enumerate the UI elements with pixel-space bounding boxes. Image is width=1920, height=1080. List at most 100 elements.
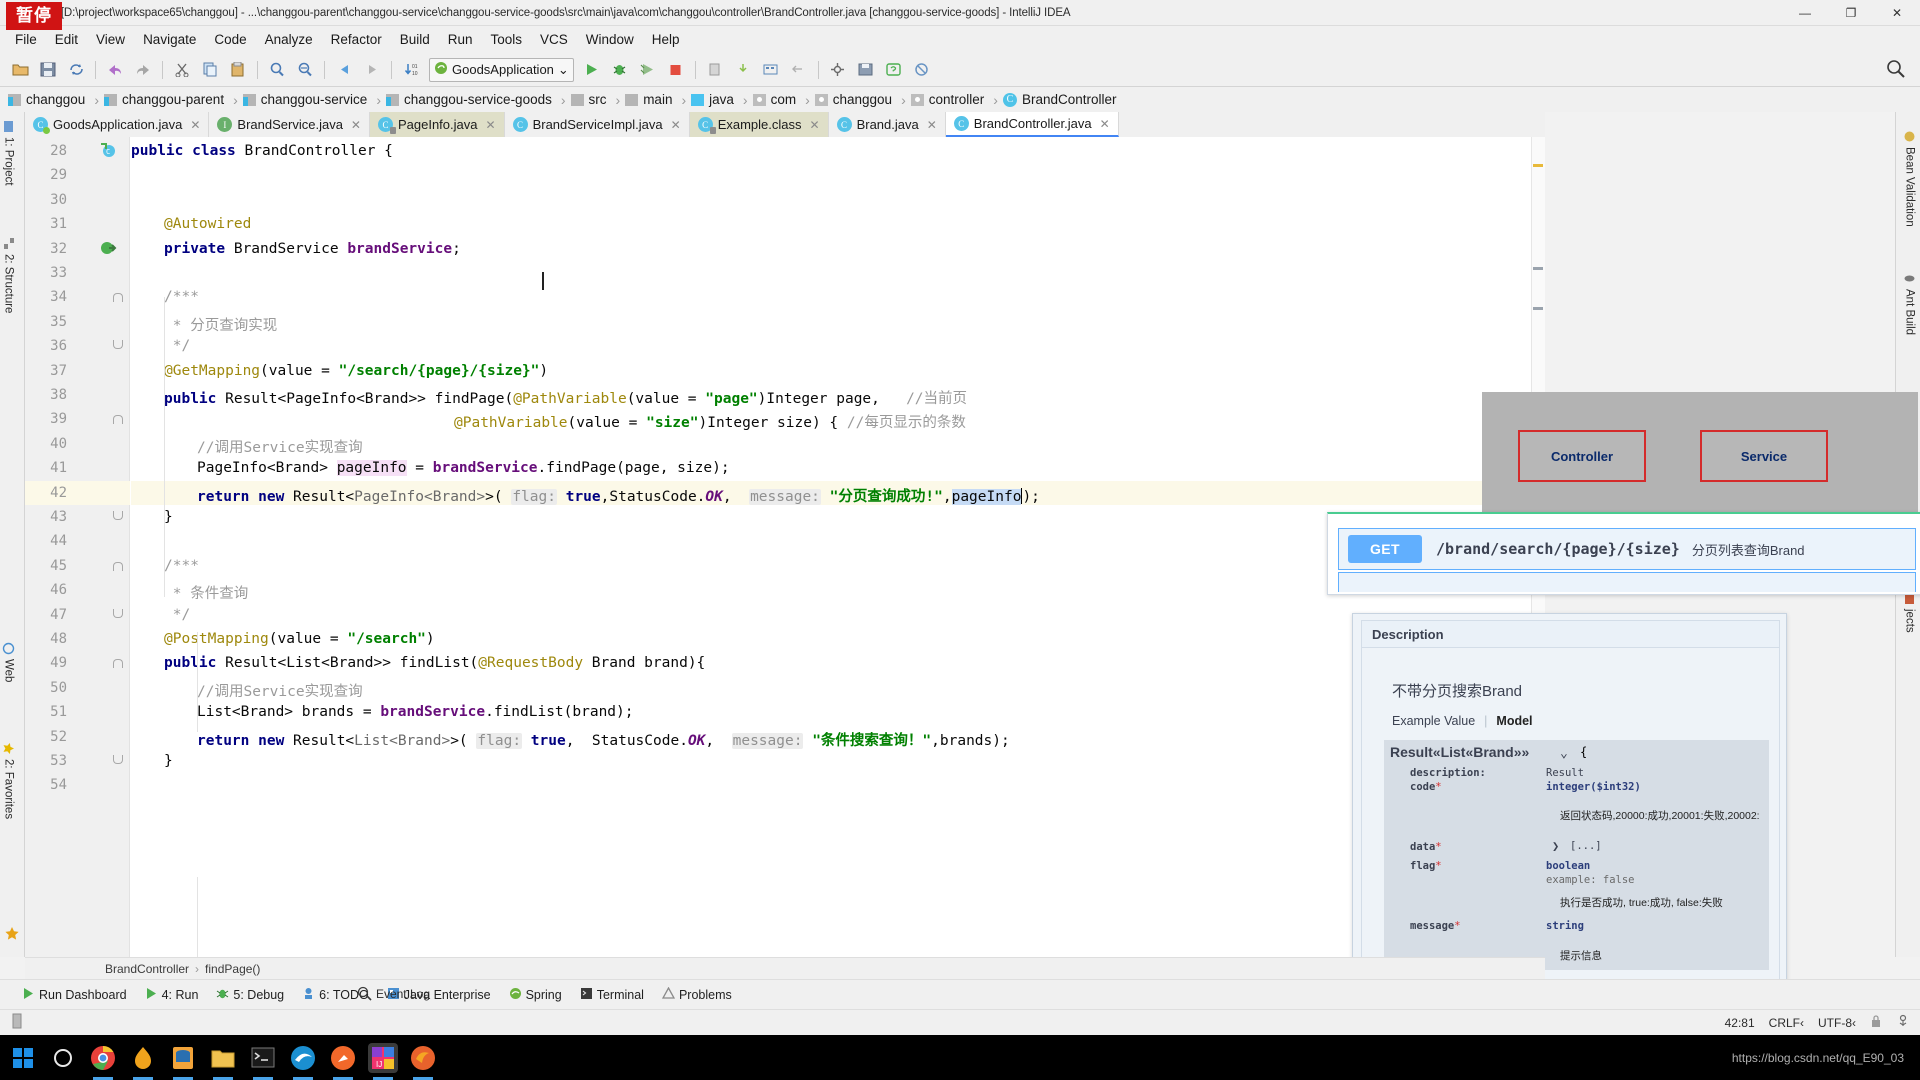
line-number[interactable]: 36: [27, 338, 67, 354]
line-number[interactable]: 52: [27, 729, 67, 745]
sidebar-item-favorites[interactable]: 2: Favorites: [2, 742, 15, 819]
search-icon[interactable]: [264, 57, 290, 83]
debug-button[interactable]: [607, 57, 633, 83]
tab-model[interactable]: Model: [1496, 714, 1532, 728]
menu-item-build[interactable]: Build: [391, 29, 439, 50]
editor-gutter[interactable]: 28 C 29 30 31 32 33 34 35 36 37 38 39 40 41 42 43 44 45 46 4…: [25, 137, 130, 957]
breadcrumb-item-java[interactable]: java: [691, 92, 738, 107]
change-marker[interactable]: [1533, 267, 1543, 270]
maximize-button[interactable]: ❐: [1828, 0, 1874, 26]
file-encoding[interactable]: UTF-8‹: [1818, 1016, 1856, 1030]
line-number[interactable]: 50: [27, 680, 67, 696]
code-line[interactable]: public class BrandController {: [131, 143, 393, 159]
code-line[interactable]: private BrandService brandService;: [164, 241, 461, 257]
minimize-button[interactable]: —: [1782, 0, 1828, 26]
close-button[interactable]: ✕: [1874, 0, 1920, 26]
open-project-icon[interactable]: [7, 57, 33, 83]
chevron-down-icon[interactable]: ⌄: [1560, 746, 1568, 761]
menu-item-help[interactable]: Help: [643, 29, 689, 50]
chrome-icon[interactable]: [88, 1043, 118, 1080]
cut-icon[interactable]: [169, 57, 195, 83]
code-fold-toggle[interactable]: [113, 415, 123, 425]
code-line[interactable]: */: [164, 338, 190, 354]
line-number[interactable]: 47: [27, 607, 67, 623]
breadcrumb-item-controller[interactable]: controller: [910, 92, 989, 107]
breadcrumb-item-src[interactable]: src: [570, 92, 611, 107]
line-number[interactable]: 38: [27, 387, 67, 403]
code-line[interactable]: return new Result<List<Brand>>( flag: tr…: [197, 729, 1010, 750]
sort-icon[interactable]: 01 10: [398, 57, 424, 83]
menu-item-navigate[interactable]: Navigate: [134, 29, 205, 50]
sync-icon[interactable]: [63, 57, 89, 83]
block-icon[interactable]: [909, 57, 935, 83]
implementing-method-icon[interactable]: [100, 240, 117, 260]
line-number[interactable]: 51: [27, 704, 67, 720]
editor-tab-Brand-java[interactable]: C Brand.java ✕: [828, 112, 946, 137]
breadcrumb-item-main[interactable]: main: [625, 92, 676, 107]
line-number[interactable]: 28: [27, 143, 67, 159]
code-fold-toggle[interactable]: [113, 561, 123, 571]
editor-tab-BrandController-java[interactable]: C BrandController.java ✕: [945, 112, 1119, 137]
breadcrumb-item-changgou-service-goods[interactable]: changgou-service-goods: [386, 92, 556, 107]
close-icon[interactable]: ✕: [351, 118, 361, 132]
tool-window-4-run[interactable]: 4: Run: [145, 987, 198, 1003]
copy-icon[interactable]: [197, 57, 223, 83]
code-fold-toggle[interactable]: [113, 608, 123, 618]
code-line[interactable]: @PostMapping(value = "/search"): [164, 631, 435, 647]
run-configuration-selector[interactable]: GoodsApplication ⌄: [429, 57, 574, 82]
forward-icon[interactable]: [359, 57, 385, 83]
code-line[interactable]: return new Result<PageInfo<Brand>>( flag…: [197, 485, 1040, 506]
line-number[interactable]: 31: [27, 216, 67, 232]
tab-example-value[interactable]: Example Value: [1392, 714, 1475, 728]
code-fold-toggle[interactable]: [113, 293, 123, 303]
code-line[interactable]: //调用Service实现查询: [197, 436, 363, 457]
command-prompt-icon[interactable]: [248, 1043, 278, 1080]
code-line[interactable]: PageInfo<Brand> pageInfo = brandService.…: [197, 460, 730, 477]
update-project-icon[interactable]: [702, 57, 728, 83]
sidebar-item-structure[interactable]: 2: Structure: [2, 237, 15, 313]
line-number[interactable]: 39: [27, 411, 67, 427]
editor-tab-PageInfo-java[interactable]: C PageInfo.java ✕: [369, 112, 505, 137]
menu-item-vcs[interactable]: VCS: [531, 29, 577, 50]
menu-item-file[interactable]: File: [6, 29, 46, 50]
chevron-down-icon[interactable]: ⌄: [558, 62, 569, 78]
postman-icon[interactable]: [328, 1043, 358, 1080]
tool-window-run-dashboard[interactable]: Run Dashboard: [22, 987, 127, 1003]
back-icon[interactable]: [331, 57, 357, 83]
close-icon[interactable]: ✕: [671, 118, 681, 132]
menu-item-window[interactable]: Window: [577, 29, 643, 50]
breadcrumb-item-changgou[interactable]: changgou: [8, 92, 89, 107]
close-icon[interactable]: ✕: [927, 118, 937, 132]
favorites-star-icon[interactable]: [4, 926, 20, 947]
code-line[interactable]: public Result<PageInfo<Brand>> findPage(…: [164, 387, 967, 408]
sidebar-item-project[interactable]: 1: Project: [2, 120, 15, 186]
line-separator[interactable]: CRLF‹: [1769, 1016, 1804, 1030]
tool-window-terminal[interactable]: Terminal: [580, 987, 644, 1003]
settings-icon[interactable]: [825, 57, 851, 83]
intellij-idea-icon[interactable]: IJ: [368, 1042, 398, 1080]
line-number[interactable]: 49: [27, 655, 67, 671]
editor-tab-BrandServiceImpl-java[interactable]: C BrandServiceImpl.java ✕: [504, 112, 690, 137]
firefox-icon[interactable]: [408, 1043, 438, 1080]
edge-icon[interactable]: [288, 1043, 318, 1080]
run-button[interactable]: [579, 57, 605, 83]
nav-class-name[interactable]: BrandController: [105, 962, 189, 976]
class-marker-icon[interactable]: C: [100, 142, 117, 162]
close-icon[interactable]: ✕: [810, 118, 820, 132]
line-number[interactable]: 30: [27, 192, 67, 208]
line-number[interactable]: 40: [27, 436, 67, 452]
code-fold-toggle[interactable]: [113, 755, 123, 764]
sidebar-item-maven-projects[interactable]: jects: [1903, 592, 1916, 633]
menu-item-tools[interactable]: Tools: [482, 29, 532, 50]
help-icon[interactable]: [881, 57, 907, 83]
line-number[interactable]: 29: [27, 167, 67, 183]
menu-item-analyze[interactable]: Analyze: [256, 29, 322, 50]
memory-indicator-icon[interactable]: [10, 1013, 24, 1032]
windows-start-icon[interactable]: [8, 1043, 38, 1073]
line-number[interactable]: 33: [27, 265, 67, 281]
line-number[interactable]: 48: [27, 631, 67, 647]
line-number[interactable]: 44: [27, 533, 67, 549]
line-number[interactable]: 34: [27, 289, 67, 305]
cortana-search-icon[interactable]: [48, 1043, 78, 1073]
breadcrumb-item-changgou[interactable]: changgou: [814, 92, 896, 107]
